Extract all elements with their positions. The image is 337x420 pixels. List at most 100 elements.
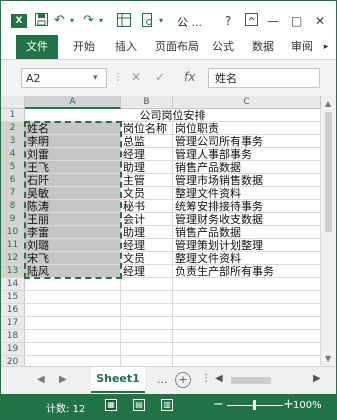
cell-c2[interactable]: 岗位职责 (173, 122, 321, 135)
cell-c13[interactable]: 负责生产部所有事务 (173, 265, 321, 278)
cell-c17[interactable] (173, 317, 321, 330)
tab-split-icon[interactable]: ⋮ (201, 373, 211, 384)
redo-dropdown-icon[interactable]: ▾ (99, 13, 103, 29)
cell-a17[interactable] (25, 317, 121, 330)
cell-a19[interactable] (25, 343, 121, 356)
tab-page-layout[interactable]: 页面布局 (150, 35, 204, 59)
cell-b8[interactable]: 秘书 (121, 200, 173, 213)
cancel-entry-icon[interactable]: ✕ (131, 70, 141, 84)
cell-a14[interactable] (25, 278, 121, 291)
scroll-up-icon[interactable]: ▲ (325, 99, 331, 108)
cell-a7[interactable]: 吴敏 (25, 187, 121, 200)
cell-c11[interactable]: 管理策划计划整理 (173, 239, 321, 252)
insert-function-icon[interactable]: fx (184, 70, 195, 84)
cell-b18[interactable] (121, 330, 173, 343)
cell-a5[interactable]: 王飞 (25, 161, 121, 174)
scroll-down-icon[interactable]: ▼ (325, 354, 331, 363)
cell-c9[interactable]: 管理财务收支数据 (173, 213, 321, 226)
row-header-18[interactable]: 18 (1, 330, 25, 343)
horizontal-scroll-thumb[interactable] (231, 377, 271, 384)
cell-b17[interactable] (121, 317, 173, 330)
formula-input[interactable]: 姓名 (208, 68, 320, 88)
cell-c3[interactable]: 管理公司所有事务 (173, 135, 321, 148)
cell-a10[interactable]: 李雷 (25, 226, 121, 239)
ribbon-options-icon[interactable] (245, 13, 258, 30)
tab-review[interactable]: 审阅 (286, 35, 318, 59)
print-preview-icon[interactable] (140, 13, 154, 29)
row-header-10[interactable]: 10 (1, 226, 25, 239)
column-header-b[interactable]: B (121, 96, 173, 109)
row-header-8[interactable]: 8 (1, 200, 25, 213)
cell-b12[interactable]: 文员 (121, 252, 173, 265)
row-header-6[interactable]: 6 (1, 174, 25, 187)
row-header-4[interactable]: 4 (1, 148, 25, 161)
hscroll-left-icon[interactable]: ◀ (215, 373, 223, 384)
cell-a18[interactable] (25, 330, 121, 343)
cell-b16[interactable] (121, 304, 173, 317)
vertical-scrollbar[interactable]: ▲ ▼ (321, 96, 336, 366)
ribbon-scroll-right-icon[interactable]: ▸ (319, 35, 333, 59)
cell-c18[interactable] (173, 330, 321, 343)
quick-sort-icon[interactable] (117, 13, 131, 29)
hscroll-right-icon[interactable]: ▶ (313, 373, 321, 384)
cell-a11[interactable]: 刘璐 (25, 239, 121, 252)
cell-b10[interactable]: 助理 (121, 226, 173, 239)
restore-button[interactable]: □ (291, 13, 302, 29)
customize-toolbar-icon[interactable]: ▾ (159, 13, 163, 29)
sheet-next-icon[interactable]: ▶ (59, 374, 67, 385)
row-header-5[interactable]: 5 (1, 161, 25, 174)
cell-b9[interactable]: 会计 (121, 213, 173, 226)
row-header-12[interactable]: 12 (1, 252, 25, 265)
new-sheet-button[interactable]: + (175, 372, 191, 388)
cell-b4[interactable]: 经理 (121, 148, 173, 161)
cell-b3[interactable]: 总监 (121, 135, 173, 148)
row-header-16[interactable]: 16 (1, 304, 25, 317)
cell-a13[interactable]: 陆风 (25, 265, 121, 278)
cell-a9[interactable]: 王丽 (25, 213, 121, 226)
cell-a16[interactable] (25, 304, 121, 317)
zoom-level[interactable]: 100% (293, 400, 322, 411)
cell-a6[interactable]: 石阡 (25, 174, 121, 187)
sheet-prev-icon[interactable]: ◀ (37, 374, 45, 385)
minimize-button[interactable]: — (267, 13, 279, 29)
cell-c6[interactable]: 管理市场销售数据 (173, 174, 321, 187)
cell-a2[interactable]: 姓名 (25, 122, 121, 135)
row-header-19[interactable]: 19 (1, 343, 25, 356)
zoom-slider-handle[interactable] (253, 400, 256, 410)
more-sheets-button[interactable]: ... (157, 373, 168, 386)
row-header-7[interactable]: 7 (1, 187, 25, 200)
column-header-c[interactable]: C (173, 96, 321, 109)
cell-a15[interactable] (25, 291, 121, 304)
vertical-scroll-thumb[interactable] (325, 112, 332, 232)
sheet-tab-sheet1[interactable]: Sheet1 (91, 367, 145, 393)
sheet-title-cell[interactable]: 公司岗位安排 (25, 109, 321, 122)
cell-b6[interactable]: 主管 (121, 174, 173, 187)
cell-b7[interactable]: 文员 (121, 187, 173, 200)
cell-c8[interactable]: 统筹安排接待事务 (173, 200, 321, 213)
confirm-entry-icon[interactable]: ✓ (155, 70, 165, 84)
cell-b14[interactable] (121, 278, 173, 291)
select-all-corner[interactable] (1, 96, 25, 109)
undo-dropdown-icon[interactable]: ▾ (70, 13, 74, 29)
redo-icon[interactable]: ↷ (83, 13, 94, 29)
tab-data[interactable]: 数据 (246, 35, 280, 59)
close-button[interactable]: ✕ (315, 13, 325, 29)
help-button[interactable]: ? (225, 13, 231, 29)
cell-a3[interactable]: 李明 (25, 135, 121, 148)
worksheet-grid[interactable]: A B C 1 公司岗位安排 2 姓名 岗位名称 岗位职责 3 李明 总监 管理公司所有事务 4 刘雷 经理管… (1, 96, 322, 369)
normal-view-icon[interactable]: ▦ (105, 399, 117, 411)
tab-file[interactable]: 文件 (16, 35, 58, 59)
cell-b15[interactable] (121, 291, 173, 304)
cell-c5[interactable]: 销售产品数据 (173, 161, 321, 174)
row-header-17[interactable]: 17 (1, 317, 25, 330)
undo-icon[interactable]: ↶ (54, 13, 65, 29)
row-header-9[interactable]: 9 (1, 213, 25, 226)
tab-insert[interactable]: 插入 (108, 35, 144, 59)
save-icon[interactable] (35, 13, 48, 29)
row-header-2[interactable]: 2 (1, 122, 25, 135)
name-box-dropdown-icon[interactable]: ▾ (93, 68, 98, 88)
cell-a12[interactable]: 宋飞 (25, 252, 121, 265)
tab-formulas[interactable]: 公式 (206, 35, 240, 59)
page-break-view-icon[interactable]: ▥ (161, 399, 173, 411)
cell-c4[interactable]: 管理人事部事务 (173, 148, 321, 161)
